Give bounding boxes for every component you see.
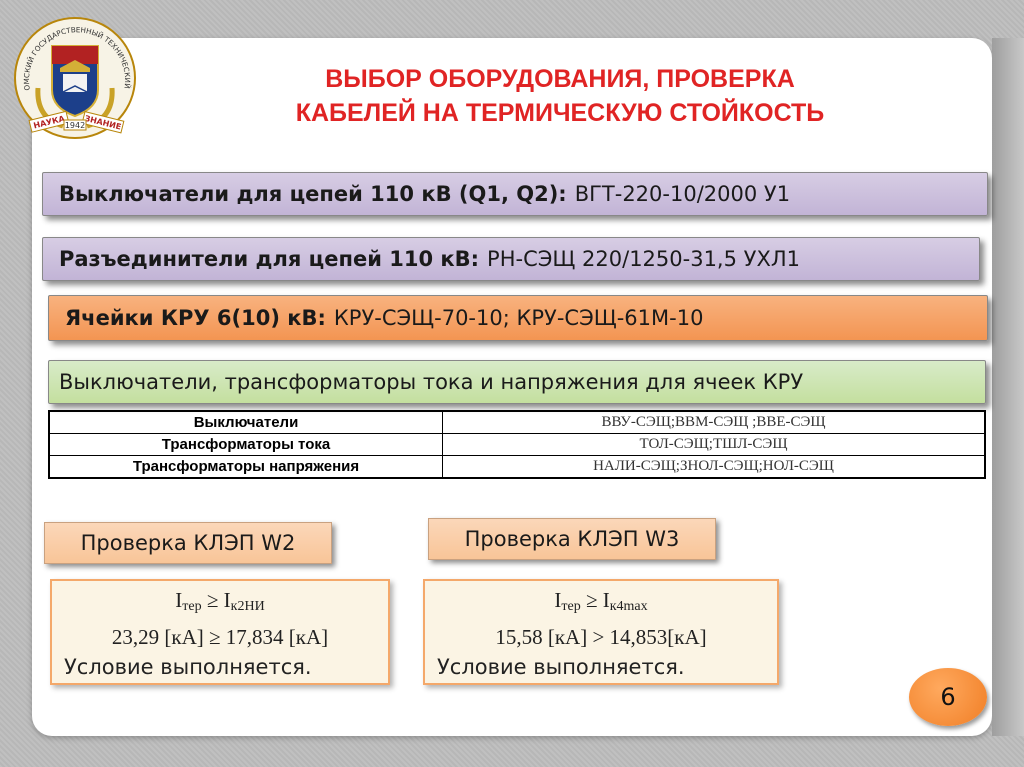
kru-equipment-bar: Выключатели, трансформаторы тока и напря… [48,360,986,404]
formula-operator: ≥ [206,588,219,612]
disconnectors-110kv-value: РН-СЭЩ 220/1250-31,5 УХЛ1 [487,247,800,271]
check-w2-condition-box: Iтер ≥ Iк2НИ 23,29 [кА] ≥ 17,834 [кА] Ус… [50,579,390,685]
check-w3-numeric: 15,58 [кА] > 14,853[кА] [495,625,707,649]
breakers-110kv-label: Выключатели для цепей 110 кВ (Q1, Q2): [59,182,567,206]
kru-cells-label: Ячейки КРУ 6(10) кВ: [65,306,326,330]
table-row: Трансформаторы напряжения НАЛИ-СЭЩ;ЗНОЛ-… [48,455,986,479]
equipment-table: Выключатели ВВУ-СЭЩ;ВВМ-СЭЩ ;ВВЕ-СЭЩ Тра… [48,410,986,479]
table-row: Трансформаторы тока ТОЛ-СЭЩ;ТШЛ-СЭЩ [48,433,986,456]
check-w3-condition-box: Iтер ≥ Iк4max 15,58 [кА] > 14,853[кА] Ус… [423,579,779,685]
table-cell-name: Трансформаторы тока [48,433,443,456]
check-w3-formula: Iтер ≥ Iк4max [425,585,777,622]
check-w3-label: Проверка КЛЭП W3 [428,518,716,560]
table-cell-name: Трансформаторы напряжения [48,455,443,479]
table-cell-name: Выключатели [48,410,443,434]
breakers-110kv-value: ВГТ-220-10/2000 У1 [574,182,791,206]
table-cell-value: НАЛИ-СЭЩ;ЗНОЛ-СЭЩ;НОЛ-СЭЩ [442,455,986,479]
kru-cells-bar: Ячейки КРУ 6(10) кВ: КРУ-СЭЩ-70-10; КРУ-… [48,295,988,341]
formula-rhs-sub: к4max [609,599,648,614]
page-title: ВЫБОР ОБОРУДОВАНИЯ, ПРОВЕРКА КАБЕЛЕЙ НА … [180,62,940,130]
table-row: Выключатели ВВУ-СЭЩ;ВВМ-СЭЩ ;ВВЕ-СЭЩ [48,410,986,434]
formula-rhs-sub: к2НИ [230,599,265,614]
formula-lhs-sub: тер [561,599,581,614]
table-cell-value: ВВУ-СЭЩ;ВВМ-СЭЩ ;ВВЕ-СЭЩ [442,410,986,434]
page-number-badge: 6 [909,668,987,726]
check-w2-status: Условие выполняется. [64,655,312,679]
title-line-1: ВЫБОР ОБОРУДОВАНИЯ, ПРОВЕРКА [325,65,795,93]
breakers-110kv-bar: Выключатели для цепей 110 кВ (Q1, Q2): В… [42,172,988,216]
title-line-2: КАБЕЛЕЙ НА ТЕРМИЧЕСКУЮ СТОЙКОСТЬ [295,99,825,127]
check-w3-status: Условие выполняется. [437,655,685,679]
check-w2-formula: Iтер ≥ Iк2НИ [52,585,388,622]
kru-equipment-heading: Выключатели, трансформаторы тока и напря… [59,370,804,394]
check-w2-label: Проверка КЛЭП W2 [44,522,332,564]
university-emblem-icon: ОМСКИЙ ГОСУДАРСТВЕННЫЙ ТЕХНИЧЕСКИЙ УНИВЕ… [8,8,136,139]
kru-cells-value: КРУ-СЭЩ-70-10; КРУ-СЭЩ-61М-10 [333,306,704,330]
formula-rhs: I [223,588,231,612]
emblem-year: 1942 [65,121,85,130]
disconnectors-110kv-label: Разъединители для цепей 110 кВ: [59,247,480,271]
check-w2-numeric: 23,29 [кА] ≥ 17,834 [кА] [111,625,329,649]
formula-rhs: I [602,588,610,612]
slide-edge-strip [992,38,1024,736]
formula-lhs-sub: тер [182,599,202,614]
disconnectors-110kv-bar: Разъединители для цепей 110 кВ: РН-СЭЩ 2… [42,237,980,281]
table-cell-value: ТОЛ-СЭЩ;ТШЛ-СЭЩ [442,433,986,456]
formula-operator: ≥ [585,588,598,612]
